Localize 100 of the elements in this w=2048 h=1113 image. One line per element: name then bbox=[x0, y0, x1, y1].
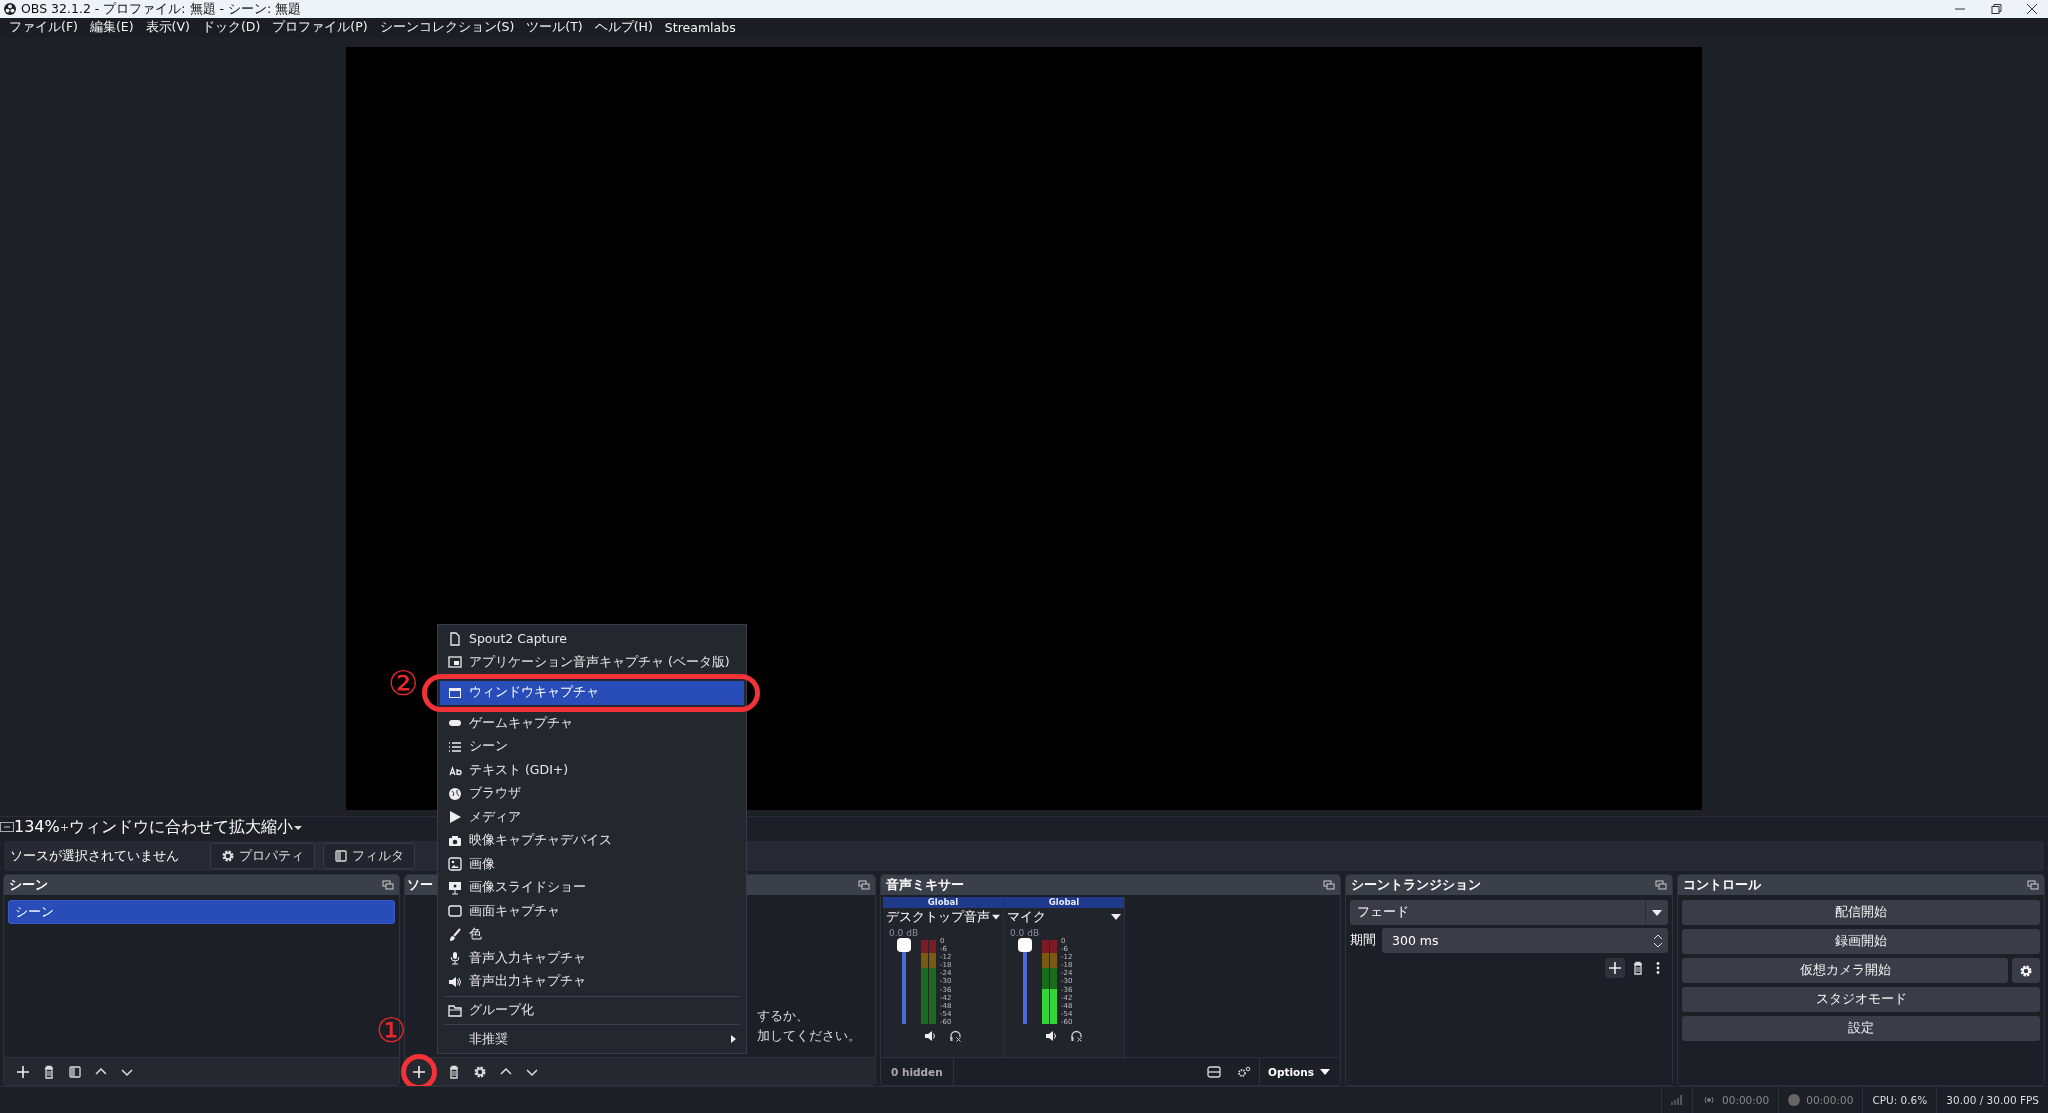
menu-item[interactable]: 表示(V) bbox=[139, 19, 196, 36]
settings-button[interactable]: 設定 bbox=[1682, 1016, 2040, 1041]
annotation-number: ② bbox=[388, 666, 419, 700]
menu-item[interactable]: ウィンドウキャプチャ bbox=[440, 681, 744, 705]
advanced-settings-icon[interactable] bbox=[1237, 1065, 1251, 1078]
duration-label: 期間 bbox=[1350, 932, 1376, 949]
increment-icon[interactable] bbox=[1653, 933, 1663, 940]
image-icon bbox=[448, 857, 462, 872]
menu-item[interactable]: ドック(D) bbox=[195, 19, 267, 36]
microphone-icon bbox=[448, 951, 462, 966]
menu-item[interactable]: グループ化 bbox=[440, 998, 744, 1022]
record-dot-icon bbox=[1788, 1094, 1801, 1106]
add-icon[interactable] bbox=[16, 1064, 30, 1079]
speaker-icon bbox=[448, 974, 462, 989]
dropdown-caret-icon[interactable] bbox=[992, 914, 1000, 921]
gear-icon bbox=[2019, 963, 2033, 978]
menu-item[interactable]: 画像スライドショー bbox=[440, 876, 744, 900]
speaker-icon[interactable] bbox=[924, 1030, 937, 1042]
volume-reading: 0.0 dB bbox=[888, 927, 920, 938]
menu-item[interactable]: Spout2 Capture bbox=[440, 627, 744, 651]
undock-icon[interactable] bbox=[858, 880, 870, 890]
submenu-arrow-icon bbox=[728, 1034, 738, 1044]
menu-item[interactable]: シーンコレクション(S) bbox=[373, 19, 521, 36]
hint-text: するか、 bbox=[757, 1008, 810, 1025]
menu-item[interactable]: 音声入力キャプチャ bbox=[440, 946, 744, 970]
zoom-in-icon[interactable] bbox=[59, 823, 69, 832]
add-icon[interactable] bbox=[412, 1064, 426, 1079]
menu-item[interactable]: ツール(T) bbox=[520, 19, 589, 36]
folder-icon bbox=[448, 1003, 462, 1018]
undock-icon[interactable] bbox=[1655, 880, 1667, 890]
record-time: 00:00:00 bbox=[1806, 1094, 1854, 1106]
file-icon bbox=[448, 631, 462, 646]
headphones-muted-icon[interactable] bbox=[1070, 1030, 1083, 1042]
zoom-out-icon[interactable] bbox=[0, 822, 14, 832]
menu-item[interactable]: ブラウザ bbox=[440, 782, 744, 806]
menu-item[interactable]: 音声出力キャプチャ bbox=[440, 970, 744, 994]
slider-thumb[interactable] bbox=[897, 938, 911, 952]
studio-mode-button[interactable]: スタジオモード bbox=[1682, 987, 2040, 1012]
trash-icon[interactable] bbox=[1631, 961, 1645, 975]
trash-icon[interactable] bbox=[42, 1064, 56, 1079]
dropdown-caret-icon[interactable] bbox=[292, 824, 303, 832]
menu-item[interactable]: ゲームキャプチャ bbox=[440, 711, 744, 735]
undock-icon[interactable] bbox=[2027, 880, 2039, 890]
zoom-level: 134% bbox=[14, 817, 60, 836]
cpu-usage: CPU: 0.6% bbox=[1872, 1094, 1928, 1106]
slideshow-icon bbox=[448, 880, 462, 895]
stream-time: 00:00:00 bbox=[1722, 1094, 1770, 1106]
menu-item[interactable]: ヘルプ(H) bbox=[588, 19, 659, 36]
signal-icon bbox=[1671, 1095, 1684, 1105]
undock-icon[interactable] bbox=[1323, 880, 1335, 890]
menu-item[interactable]: Streamlabs bbox=[658, 20, 742, 35]
trash-icon[interactable] bbox=[447, 1064, 461, 1079]
menu-item[interactable]: 色 bbox=[440, 923, 744, 947]
filter-icon[interactable] bbox=[68, 1064, 82, 1079]
options-button[interactable]: Options bbox=[1259, 1058, 1340, 1085]
settings-icon[interactable] bbox=[473, 1064, 487, 1079]
menu-item[interactable]: プロファイル(P) bbox=[266, 19, 374, 36]
menu-item[interactable]: アプリケーション音声キャプチャ (ベータ版) bbox=[440, 650, 744, 674]
menu-item[interactable]: 映像キャプチャデバイス bbox=[440, 829, 744, 853]
layout-icon[interactable] bbox=[1207, 1065, 1221, 1078]
decrement-icon[interactable] bbox=[1653, 941, 1663, 948]
start-streaming-button[interactable]: 配信開始 bbox=[1682, 900, 2040, 925]
menu-item[interactable]: シーン bbox=[440, 735, 744, 759]
camera-icon bbox=[448, 833, 462, 848]
play-icon bbox=[448, 810, 462, 825]
zoom-mode-label[interactable]: ウィンドウに合わせて拡大縮小 bbox=[68, 817, 293, 836]
menu-item[interactable]: メディア bbox=[440, 805, 744, 829]
dock-title: 音声ミキサー bbox=[886, 876, 964, 894]
filters-button[interactable]: フィルタ bbox=[323, 843, 415, 869]
window-grid-icon bbox=[448, 655, 462, 670]
start-recording-button[interactable]: 録画開始 bbox=[1682, 929, 2040, 954]
camera-settings-button[interactable] bbox=[2012, 958, 2040, 983]
plus-icon bbox=[1608, 961, 1622, 975]
slider-thumb[interactable] bbox=[1018, 938, 1032, 952]
duration-field[interactable]: 300 ms bbox=[1382, 928, 1668, 953]
menu-item[interactable]: テキスト (GDI+) bbox=[440, 758, 744, 782]
restore-icon[interactable] bbox=[1988, 3, 2004, 15]
dock-title: ソー bbox=[407, 876, 433, 894]
properties-button[interactable]: プロパティ bbox=[210, 843, 315, 869]
menu-item[interactable]: ファイル(F) bbox=[3, 19, 84, 36]
menu-item[interactable]: 画面キャプチャ bbox=[440, 899, 744, 923]
hidden-count: 0 hidden bbox=[881, 1058, 954, 1085]
close-icon[interactable] bbox=[2024, 3, 2040, 15]
menu-item[interactable]: 非推奨 bbox=[440, 1027, 744, 1051]
dropdown-caret-icon[interactable] bbox=[1111, 914, 1121, 921]
broadcast-icon bbox=[1702, 1095, 1717, 1105]
bus-badge: Global bbox=[1004, 897, 1124, 908]
channel-name: デスクトップ音声 bbox=[886, 909, 990, 926]
undock-icon[interactable] bbox=[382, 880, 394, 890]
caret-icon bbox=[1652, 909, 1662, 916]
scene-item[interactable]: シーン bbox=[8, 900, 395, 924]
caret-icon bbox=[1320, 1068, 1330, 1075]
transition-dropdown[interactable]: フェード bbox=[1350, 900, 1668, 925]
obs-logo-icon bbox=[4, 3, 16, 15]
start-virtual-camera-button[interactable]: 仮想カメラ開始 bbox=[1682, 958, 2008, 983]
speaker-icon[interactable] bbox=[1045, 1030, 1058, 1042]
headphones-muted-icon[interactable] bbox=[949, 1030, 962, 1042]
menu-item[interactable]: 編集(E) bbox=[83, 19, 140, 36]
add-button[interactable] bbox=[1605, 958, 1625, 978]
menu-item[interactable]: 画像 bbox=[440, 852, 744, 876]
